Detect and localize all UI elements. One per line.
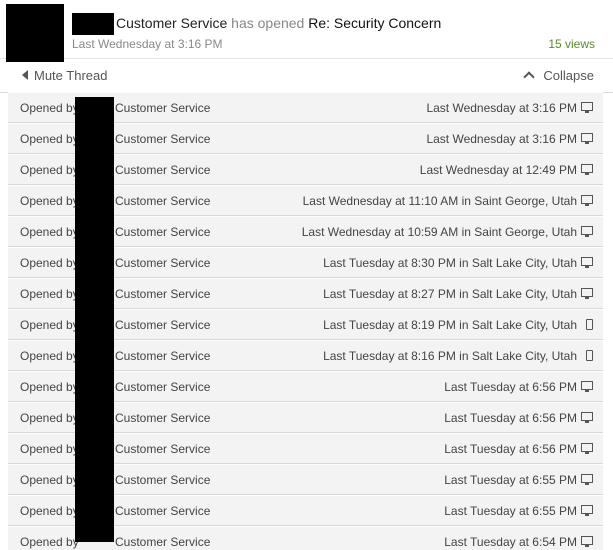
opener-name: Customer Service: [115, 349, 211, 363]
open-timestamp: Last Tuesday at 6:56 PM: [444, 442, 577, 456]
desktop-icon: [581, 288, 593, 299]
opened-by-label: Opened by: [20, 194, 79, 208]
sender-name[interactable]: Customer Service: [116, 15, 227, 31]
mute-icon: [22, 70, 28, 80]
open-timestamp: Last Tuesday at 6:56 PM: [444, 411, 577, 425]
open-timestamp: Last Tuesday at 6:55 PM: [444, 504, 577, 518]
device-indicator: [581, 226, 593, 237]
opener-name: Customer Service: [115, 318, 211, 332]
open-timestamp: Last Tuesday at 8:19 PM in Salt Lake Cit…: [323, 318, 577, 332]
thread-toolbar: Mute Thread Collapse: [0, 59, 613, 93]
opened-by-label: Opened by: [20, 442, 79, 456]
thread-subject[interactable]: Re: Security Concern: [308, 15, 441, 31]
opener-name: Customer Service: [115, 163, 211, 177]
desktop-icon: [581, 536, 593, 547]
opened-by-label: Opened by: [20, 225, 79, 239]
mute-thread-button[interactable]: Mute Thread: [22, 68, 107, 83]
desktop-icon: [581, 195, 593, 206]
opener-name: Customer Service: [115, 442, 211, 456]
device-indicator: [581, 164, 593, 175]
device-indicator: [581, 443, 593, 454]
mute-thread-label: Mute Thread: [34, 68, 108, 83]
open-timestamp: Last Tuesday at 6:56 PM: [444, 380, 577, 394]
opened-by-label: Opened by: [20, 318, 79, 332]
thread-timestamp: Last Wednesday at 3:16 PM: [72, 37, 223, 51]
opener-name: Customer Service: [115, 535, 211, 549]
desktop-icon: [581, 412, 593, 423]
opener-name: Customer Service: [115, 194, 211, 208]
desktop-icon: [581, 257, 593, 268]
thread-title: Customer Service has opened Re: Security…: [116, 15, 441, 31]
opened-by-label: Opened by: [20, 349, 79, 363]
open-timestamp: Last Wednesday at 12:49 PM: [419, 163, 577, 177]
desktop-icon: [581, 133, 593, 144]
desktop-icon: [581, 474, 593, 485]
opened-by-label: Opened by: [20, 287, 79, 301]
device-indicator: [581, 133, 593, 144]
opened-by-label: Opened by: [20, 473, 79, 487]
opener-name: Customer Service: [115, 287, 211, 301]
opener-name: Customer Service: [115, 256, 211, 270]
opener-name: Customer Service: [115, 504, 211, 518]
opener-name: Customer Service: [115, 411, 211, 425]
open-timestamp: Last Wednesday at 3:16 PM: [426, 132, 577, 146]
device-indicator: [583, 350, 593, 361]
desktop-icon: [581, 226, 593, 237]
phone-icon: [586, 350, 593, 361]
opener-name: Customer Service: [115, 380, 211, 394]
opened-by-label: Opened by: [20, 504, 79, 518]
open-timestamp: Last Tuesday at 8:16 PM in Salt Lake Cit…: [323, 349, 577, 363]
avatar[interactable]: [6, 4, 64, 62]
collapse-button[interactable]: Collapse: [523, 68, 594, 83]
device-indicator: [581, 474, 593, 485]
open-timestamp: Last Tuesday at 6:54 PM: [444, 535, 577, 549]
redaction-bar: [75, 97, 114, 542]
view-count: 15 views: [548, 37, 595, 51]
thread-action: has opened: [231, 15, 305, 31]
opened-by-label: Opened by: [20, 132, 79, 146]
opener-name: Customer Service: [115, 473, 211, 487]
opener-name: Customer Service: [115, 132, 211, 146]
device-indicator: [581, 536, 593, 547]
redacted-name: [72, 13, 114, 35]
open-timestamp: Last Wednesday at 3:16 PM: [426, 101, 577, 115]
opener-name: Customer Service: [115, 225, 211, 239]
opened-by-label: Opened by: [20, 380, 79, 394]
opener-name: Customer Service: [115, 101, 211, 115]
opened-by-label: Opened by: [20, 163, 79, 177]
device-indicator: [581, 288, 593, 299]
opened-by-label: Opened by: [20, 535, 79, 549]
open-timestamp: Last Tuesday at 8:30 PM in Salt Lake Cit…: [323, 256, 577, 270]
device-indicator: [581, 381, 593, 392]
opened-by-label: Opened by: [20, 411, 79, 425]
desktop-icon: [581, 443, 593, 454]
device-indicator: [581, 102, 593, 113]
thread-header: Customer Service has opened Re: Security…: [0, 0, 613, 62]
device-indicator: [581, 195, 593, 206]
open-timestamp: Last Tuesday at 8:27 PM in Salt Lake Cit…: [323, 287, 577, 301]
opened-by-label: Opened by: [20, 256, 79, 270]
desktop-icon: [581, 164, 593, 175]
open-timestamp: Last Tuesday at 6:55 PM: [444, 473, 577, 487]
opened-by-label: Opened by: [20, 101, 79, 115]
device-indicator: [581, 412, 593, 423]
chevron-up-icon: [523, 71, 536, 83]
collapse-label: Collapse: [543, 68, 594, 83]
phone-icon: [586, 319, 593, 330]
device-indicator: [583, 319, 593, 330]
desktop-icon: [581, 381, 593, 392]
desktop-icon: [581, 505, 593, 516]
open-timestamp: Last Wednesday at 10:59 AM in Saint Geor…: [301, 225, 577, 239]
desktop-icon: [581, 102, 593, 113]
device-indicator: [581, 505, 593, 516]
thread-view: Customer Service has opened Re: Security…: [0, 0, 613, 550]
open-timestamp: Last Wednesday at 11:10 AM in Saint Geor…: [302, 194, 577, 208]
device-indicator: [581, 257, 593, 268]
